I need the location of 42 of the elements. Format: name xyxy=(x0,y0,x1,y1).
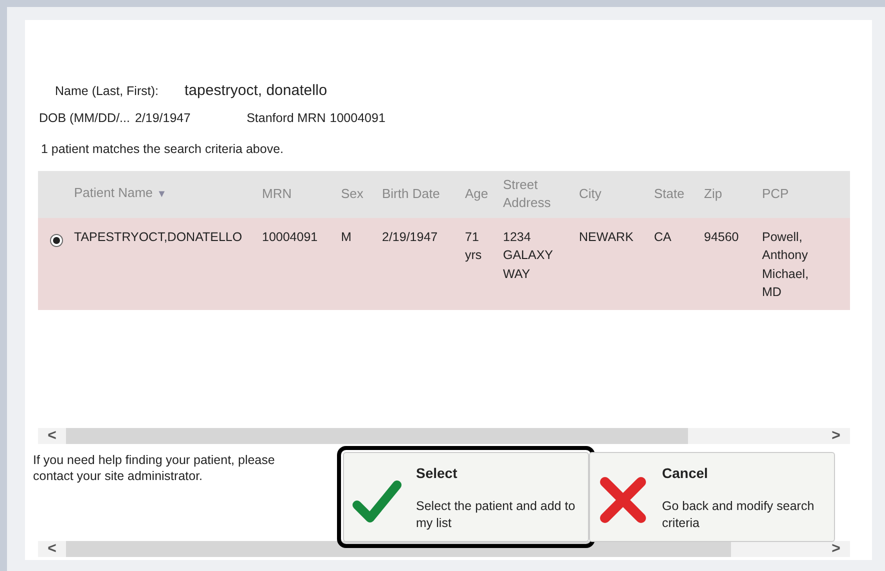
field-label: DOB (MM/DD/... xyxy=(39,110,130,127)
match-count-text: 1 patient matches the search criteria above. xyxy=(40,141,284,158)
table-cell: 71 yrs xyxy=(465,230,482,262)
field-value: 10004091 xyxy=(330,110,386,127)
scrollbar-thumb[interactable] xyxy=(66,428,688,444)
table-cell: TAPESTRYOCT,DONATELLO xyxy=(74,230,242,244)
sort-icon: ▼ xyxy=(156,189,167,200)
table-cell: 2/19/1947 xyxy=(382,230,438,244)
radio-button[interactable] xyxy=(50,234,63,247)
column-header: MRN xyxy=(262,186,292,201)
scroll-right-arrow[interactable]: > xyxy=(822,428,850,444)
scroll-left-arrow[interactable]: < xyxy=(38,541,66,557)
field-label: Name (Last, First): xyxy=(55,82,158,100)
button-title: Select xyxy=(416,464,458,483)
field-label: Stanford MRN xyxy=(246,110,326,127)
field-value: tapestryoct, donatello xyxy=(184,81,328,101)
column-header: PCP xyxy=(762,186,789,201)
column-header: Street Address xyxy=(503,176,551,210)
table-row[interactable]: TAPESTRYOCT,DONATELLO 10004091 M 2/19/1947 71 yrs 1234 GALAXY WAY NEWARK CA 94560 Powell, Anthony Michael, MD xyxy=(38,218,850,310)
close-icon xyxy=(598,474,648,525)
column-header: Age xyxy=(465,186,488,201)
table-cell: Powell, Anthony Michael, MD xyxy=(762,230,809,300)
button-description: Select the patient and add to my list xyxy=(416,498,576,532)
table-cell: 10004091 xyxy=(262,230,318,244)
field-value: 2/19/1947 xyxy=(134,110,191,127)
column-header: Sex xyxy=(341,186,364,201)
scroll-left-arrow[interactable]: < xyxy=(38,428,66,444)
help-text: If you need help finding your patient, please contact your site administrator. xyxy=(33,452,276,485)
button-description: Go back and modify search criteria xyxy=(662,498,816,532)
cancel-button[interactable]: Cancel Go back and modify search criteria xyxy=(589,452,835,542)
table-cell: 94560 xyxy=(704,230,739,244)
column-header: Zip xyxy=(704,186,722,201)
column-header: Birth Date xyxy=(382,186,440,201)
table-cell: M xyxy=(341,230,352,244)
column-header: Patient Name xyxy=(74,185,153,200)
table-cell: NEWARK xyxy=(579,230,634,244)
table-cell: 1234 GALAXY WAY xyxy=(503,230,553,281)
column-header: City xyxy=(579,186,602,201)
column-header: State xyxy=(654,186,684,201)
button-title: Cancel xyxy=(662,464,709,483)
scroll-right-arrow[interactable]: > xyxy=(822,541,850,557)
table-cell: CA xyxy=(654,230,672,244)
